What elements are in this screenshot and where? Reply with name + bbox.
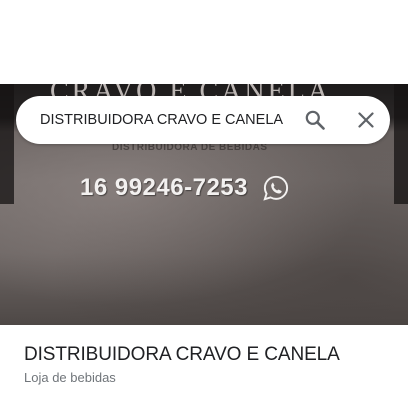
close-icon[interactable] [354, 108, 378, 132]
sign-phone-row: 16 99246-7253 [80, 174, 290, 202]
search-bar[interactable] [16, 96, 390, 144]
search-icon[interactable] [303, 108, 327, 132]
place-card: CRAVO E CANELA DISTRIBUIDORA DE BEBIDAS … [0, 0, 408, 408]
photo-shadow-right [394, 84, 408, 204]
whatsapp-icon [263, 175, 289, 201]
place-name[interactable]: DISTRIBUIDORA CRAVO E CANELA [24, 344, 340, 366]
photo-shadow-left [0, 84, 14, 204]
search-input[interactable] [40, 96, 290, 144]
sign-phone-number: 16 99246-7253 [80, 174, 248, 201]
place-category: Loja de bebidas [24, 370, 116, 385]
